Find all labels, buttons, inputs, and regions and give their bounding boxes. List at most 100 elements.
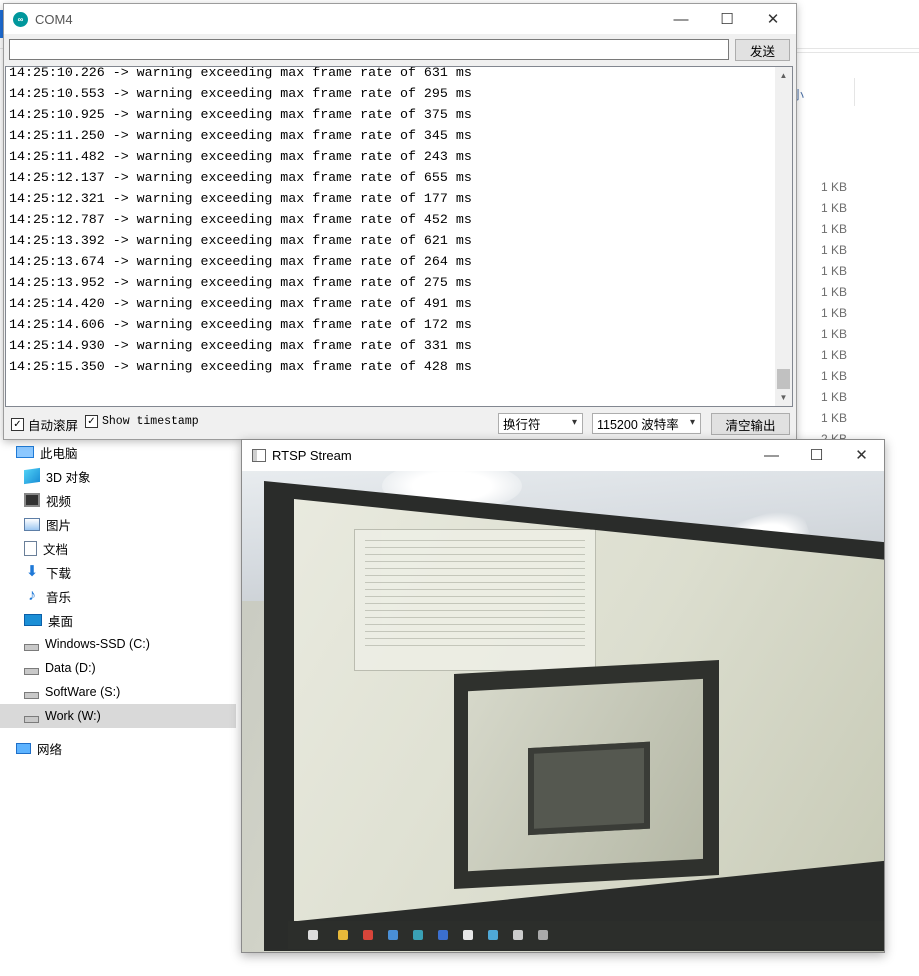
nav-item-label: 下载: [46, 566, 72, 581]
video-icon: [24, 493, 40, 507]
output-line: 14:25:14.420 -> warning exceeding max fr…: [9, 296, 472, 311]
serial-output[interactable]: 14:25:10.226 -> warning exceeding max fr…: [5, 66, 793, 407]
nav-item[interactable]: 图片: [0, 512, 236, 536]
drive-icon: [24, 691, 39, 699]
file-size-cell: 1 KB: [820, 327, 847, 341]
minimize-button[interactable]: —: [658, 4, 704, 34]
output-line: 14:25:14.606 -> warning exceeding max fr…: [9, 317, 472, 332]
autoscroll-label: 自动滚屏: [28, 419, 79, 433]
maximize-button[interactable]: ☐: [794, 440, 839, 470]
maximize-button[interactable]: ☐: [704, 4, 750, 34]
file-size-cell: 1 KB: [820, 201, 847, 215]
window-controls: — ☐ ✕: [658, 4, 796, 34]
nav-item-label: 视频: [46, 494, 72, 509]
output-lines: 14:25:10.226 -> warning exceeding max fr…: [9, 67, 472, 377]
window-controls: — ☐ ✕: [749, 440, 884, 470]
recursive-stream-window: [454, 660, 719, 889]
drive-icon: [24, 667, 39, 675]
line-ending-select[interactable]: 换行符 ▾: [498, 413, 583, 434]
nav-item[interactable]: 视频: [0, 488, 236, 512]
minimize-button[interactable]: —: [749, 440, 794, 470]
vertical-scrollbar[interactable]: ▲ ▼: [775, 67, 792, 406]
nav-item[interactable]: SoftWare (S:): [0, 680, 236, 704]
file-size-cell: 1 KB: [820, 285, 847, 299]
scroll-up-arrow-icon[interactable]: ▲: [775, 67, 792, 84]
output-line: 14:25:10.925 -> warning exceeding max fr…: [9, 107, 472, 122]
file-size-cell: 1 KB: [820, 243, 847, 257]
autoscroll-checkbox[interactable]: ✓ 自动滚屏: [11, 415, 78, 434]
nav-item[interactable]: ♪ 音乐: [0, 584, 236, 608]
nav-item-label: 文档: [43, 542, 69, 557]
rtsp-stream-window: RTSP Stream — ☐ ✕: [241, 439, 885, 953]
network-icon: [16, 742, 31, 754]
show-timestamp-checkbox[interactable]: ✓ Show timestamp: [85, 415, 199, 428]
app-icon: [413, 930, 423, 940]
title-bar[interactable]: ∞ COM4 — ☐ ✕: [4, 4, 796, 34]
nav-item-label: 3D 对象: [46, 470, 91, 485]
output-line: 14:25:12.321 -> warning exceeding max fr…: [9, 191, 472, 206]
nav-item[interactable]: Windows-SSD (C:): [0, 632, 236, 656]
clear-output-button[interactable]: 清空输出: [711, 413, 790, 435]
close-button[interactable]: ✕: [750, 4, 796, 34]
title-bar[interactable]: RTSP Stream — ☐ ✕: [242, 440, 884, 470]
column-divider[interactable]: [854, 78, 855, 106]
nav-item-label: 音乐: [46, 590, 72, 605]
serial-monitor-window: ∞ COM4 — ☐ ✕ 发送 14:25:10.226 -> warning …: [3, 3, 797, 440]
file-size-cell: 1 KB: [820, 348, 847, 362]
output-line: 14:25:11.250 -> warning exceeding max fr…: [9, 128, 472, 143]
app-icon: [388, 930, 398, 940]
checkmark-icon: ✓: [11, 418, 24, 431]
bottom-bar: ✓ 自动滚屏 ✓ Show timestamp 换行符 ▾ 115200 波特率…: [4, 409, 794, 437]
nav-item[interactable]: Data (D:): [0, 656, 236, 680]
app-icon: [438, 930, 448, 940]
drive-icon: [24, 643, 39, 651]
output-line: 14:25:12.787 -> warning exceeding max fr…: [9, 212, 472, 227]
captured-taskbar: [288, 921, 884, 949]
scroll-thumb[interactable]: [777, 369, 790, 389]
nav-item-label: Windows-SSD (C:): [45, 637, 150, 651]
send-input[interactable]: [9, 39, 729, 60]
nav-item-label: Data (D:): [45, 661, 96, 675]
recursive-stream-view: [468, 678, 703, 872]
windows-logo-icon: [308, 930, 318, 940]
nav-item[interactable]: 3D 对象: [0, 464, 236, 488]
nav-item[interactable]: 此电脑: [0, 440, 236, 464]
nav-item[interactable]: ⬇ 下载: [0, 560, 236, 584]
app-icon: [513, 930, 523, 940]
desktop-icon: [24, 614, 42, 626]
arduino-icon: ∞: [13, 11, 28, 27]
output-line: 14:25:11.482 -> warning exceeding max fr…: [9, 149, 472, 164]
download-icon: ⬇: [25, 563, 39, 580]
monitor-frame: [264, 481, 884, 951]
nav-item[interactable]: 桌面: [0, 608, 236, 632]
window-title: RTSP Stream: [272, 447, 352, 463]
nav-item[interactable]: 文档: [0, 536, 236, 560]
file-size-cell: 1 KB: [820, 180, 847, 194]
nav-item[interactable]: Work (W:): [0, 704, 236, 728]
music-icon: ♪: [28, 587, 36, 604]
drive-icon: [24, 715, 39, 723]
output-line: 14:25:14.930 -> warning exceeding max fr…: [9, 338, 472, 353]
file-size-cell: 1 KB: [820, 222, 847, 236]
baud-rate-select[interactable]: 115200 波特率 ▾: [592, 413, 701, 434]
computer-icon: [16, 446, 34, 458]
file-size-cell: 1 KB: [820, 369, 847, 383]
output-line: 14:25:13.392 -> warning exceeding max fr…: [9, 233, 472, 248]
output-line: 14:25:12.137 -> warning exceeding max fr…: [9, 170, 472, 185]
send-button[interactable]: 发送: [735, 39, 790, 61]
scroll-down-arrow-icon[interactable]: ▼: [775, 389, 792, 406]
checkmark-icon: ✓: [85, 415, 98, 428]
chevron-down-icon: ▾: [689, 417, 695, 428]
documents-icon: [24, 540, 37, 556]
nav-item-label: 桌面: [48, 614, 74, 629]
nav-item-label: 图片: [46, 518, 72, 533]
close-button[interactable]: ✕: [839, 440, 884, 470]
timestamp-label: Show timestamp: [102, 415, 199, 428]
screen-console-reflection: [354, 529, 596, 671]
app-icon: [463, 930, 473, 940]
baud-rate-value: 115200 波特率: [597, 418, 679, 432]
monitor-screen: [294, 499, 884, 922]
app-icon: [538, 930, 548, 940]
nav-item[interactable]: 网络: [0, 736, 236, 760]
folder-icon: [338, 930, 348, 940]
